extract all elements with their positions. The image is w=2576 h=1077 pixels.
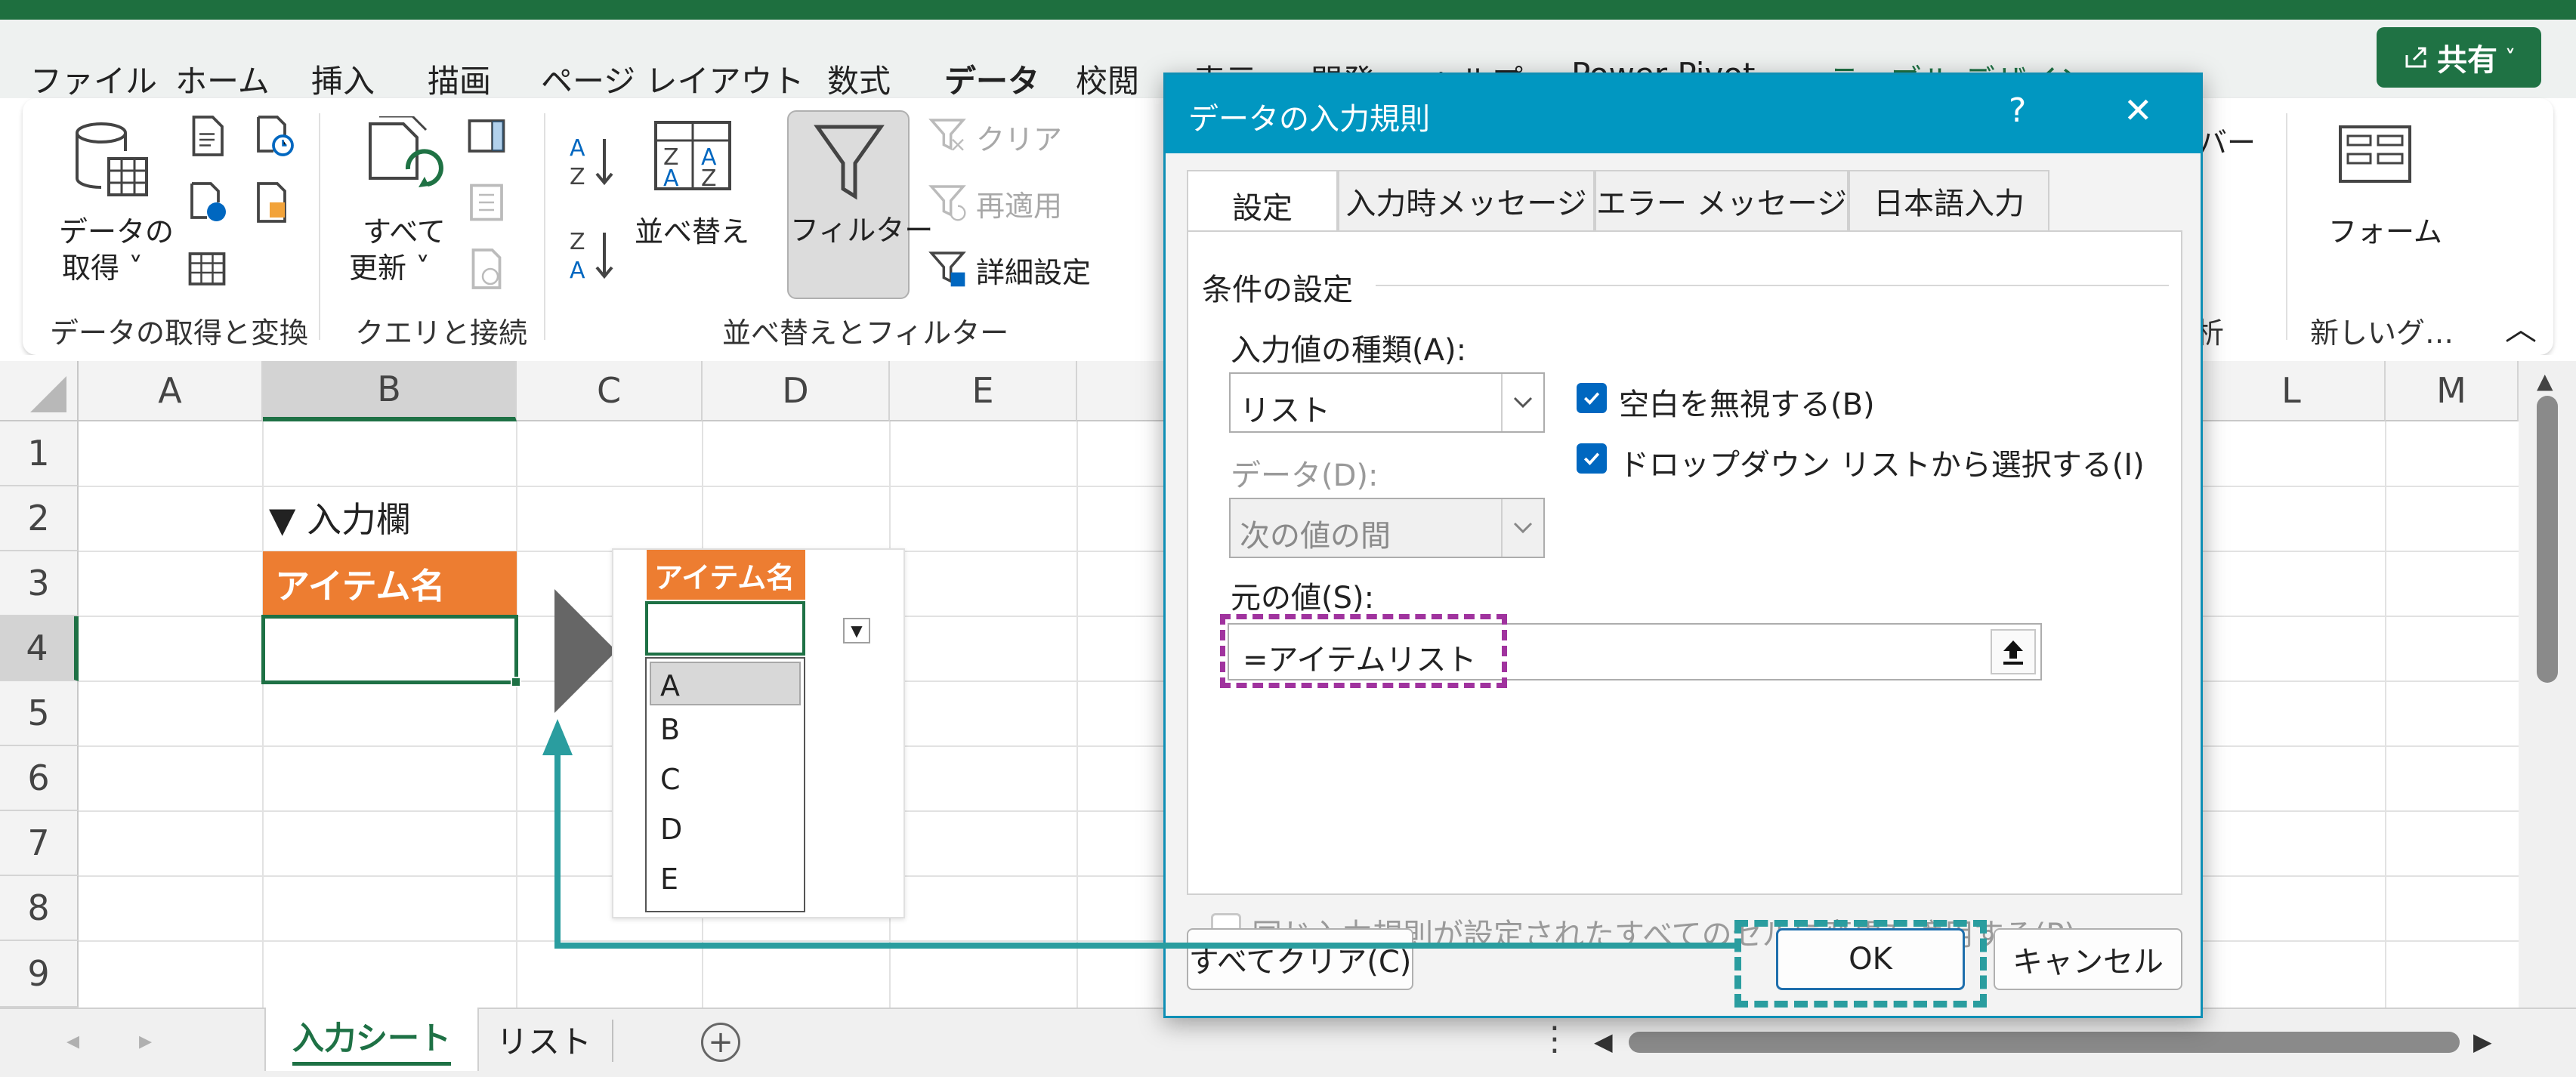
connector-arrow bbox=[542, 719, 1734, 949]
